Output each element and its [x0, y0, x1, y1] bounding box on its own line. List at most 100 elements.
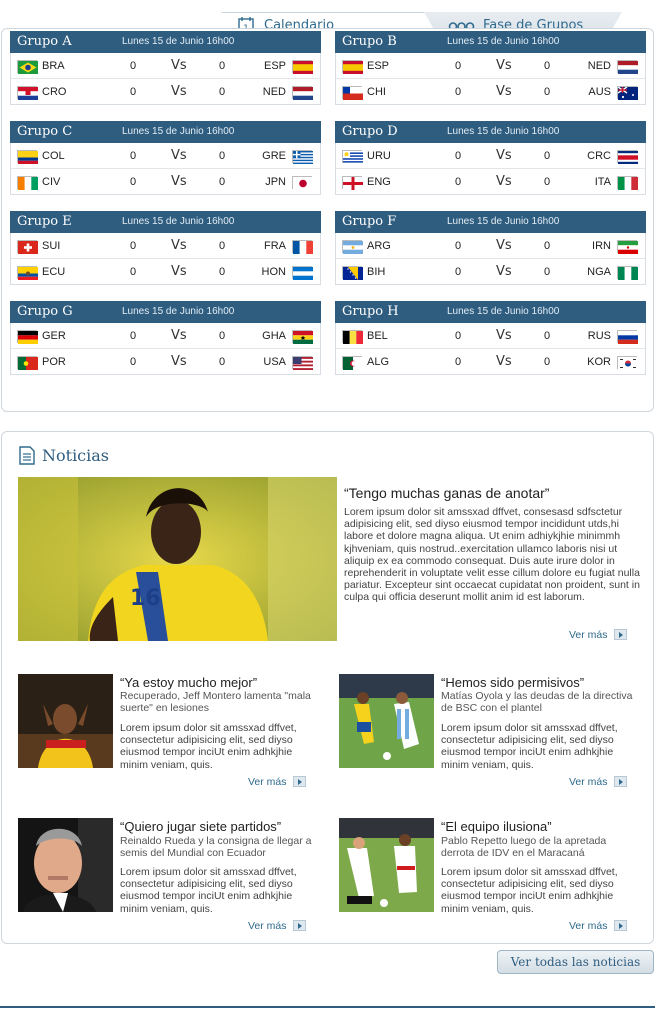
group-date: Lunes 15 de Junio 16h00	[447, 306, 560, 317]
news-body: Lorem ipsum dolor sit amssxad dffvet, co…	[441, 722, 618, 771]
group-name: Grupo F	[342, 214, 397, 229]
group-header: Grupo H Lunes 15 de Junio 16h00	[335, 301, 646, 323]
match-row[interactable]: SUI 0 Vs 0 FRA	[10, 233, 321, 259]
versus-label: Vs	[496, 174, 512, 189]
flag-icon	[617, 266, 638, 280]
match-row[interactable]: BIH 0 Vs 0 NGA	[335, 259, 646, 285]
match-row[interactable]: URU 0 Vs 0 CRC	[335, 143, 646, 169]
group-date: Lunes 15 de Junio 16h00	[447, 126, 560, 137]
group-name: Grupo A	[17, 34, 72, 49]
away-score: 0	[543, 150, 551, 162]
match-row[interactable]: BRA 0 Vs 0 ESP	[10, 53, 321, 79]
match-row[interactable]: POR 0 Vs 0 USA	[10, 349, 321, 375]
news-headline[interactable]: “El equipo ilusiona”	[441, 819, 641, 834]
home-score: 0	[454, 330, 462, 342]
svg-text:16: 16	[130, 586, 161, 611]
featured-news-photo[interactable]: 16	[18, 477, 337, 641]
match-row[interactable]: CRO 0 Vs 0 NED	[10, 79, 321, 105]
match-row[interactable]: COL 0 Vs 0 GRE	[10, 143, 321, 169]
home-team: CIV	[42, 176, 61, 188]
match-row[interactable]: ECU 0 Vs 0 HON	[10, 259, 321, 285]
versus-label: Vs	[496, 328, 512, 343]
ver-mas-link[interactable]: Ver más	[248, 920, 306, 932]
ver-todas-las-noticias-button[interactable]: Ver todas las noticias	[497, 950, 654, 974]
away-score: 0	[543, 176, 551, 188]
home-score: 0	[454, 60, 462, 72]
home-team: ECU	[42, 266, 66, 278]
versus-label: Vs	[171, 354, 187, 369]
home-score: 0	[129, 86, 137, 98]
away-team: FRA	[264, 240, 286, 252]
away-score: 0	[543, 330, 551, 342]
ver-mas-link[interactable]: Ver más	[569, 776, 627, 788]
match-row[interactable]: CHI 0 Vs 0 AUS	[335, 79, 646, 105]
news-photo[interactable]	[339, 818, 434, 912]
ver-mas-label[interactable]: Ver más	[248, 776, 287, 788]
news-subtitle: Matías Oyola y las deudas de la directiv…	[441, 690, 633, 714]
document-icon	[19, 446, 35, 465]
flag-icon	[17, 330, 38, 344]
ver-mas-label[interactable]: Ver más	[248, 920, 287, 932]
news-headline[interactable]: “Quiero jugar siete partidos”	[120, 819, 320, 834]
groups-panel: Grupo A Lunes 15 de Junio 16h00 BRA 0 Vs 0 ESP…	[1, 28, 654, 412]
away-team: NED	[262, 86, 286, 98]
flag-icon	[617, 176, 638, 190]
news-photo[interactable]	[18, 674, 113, 768]
away-team: AUS	[588, 86, 611, 98]
news-photo[interactable]	[339, 674, 434, 768]
news-photo[interactable]	[18, 818, 113, 912]
match-row[interactable]: CIV 0 Vs 0 JPN	[10, 169, 321, 195]
group-name: Grupo D	[342, 124, 398, 139]
group-name: Grupo E	[17, 214, 72, 229]
group-card: Grupo D Lunes 15 de Junio 16h00 URU 0 Vs 0 CRC…	[335, 121, 646, 195]
group-card: Grupo C Lunes 15 de Junio 16h00 COL 0 Vs 0 GRE…	[10, 121, 321, 195]
flag-icon	[292, 176, 313, 190]
group-name: Grupo G	[17, 304, 73, 319]
match-row[interactable]: ALG 0 Vs 0 KOR	[335, 349, 646, 375]
home-team: BRA	[42, 60, 65, 72]
flag-icon	[292, 330, 313, 344]
news-headline[interactable]: “Hemos sido permisivos”	[441, 675, 641, 690]
ver-mas-link[interactable]: Ver más	[248, 776, 306, 788]
ver-mas-label[interactable]: Ver más	[569, 920, 608, 932]
home-score: 0	[454, 176, 462, 188]
ver-mas-label[interactable]: Ver más	[569, 629, 608, 641]
flag-icon	[342, 330, 363, 344]
home-team: POR	[42, 356, 66, 368]
home-team: SUI	[42, 240, 61, 252]
news-headline[interactable]: “Ya estoy mucho mejor”	[120, 675, 320, 690]
group-card: Grupo H Lunes 15 de Junio 16h00 BEL 0 Vs 0 RUS…	[335, 301, 646, 375]
match-row[interactable]: ENG 0 Vs 0 ITA	[335, 169, 646, 195]
home-score: 0	[129, 240, 137, 252]
arrow-right-icon	[292, 920, 306, 931]
group-card: Grupo G Lunes 15 de Junio 16h00 GER 0 Vs 0 GHA…	[10, 301, 321, 375]
home-team: ESP	[367, 60, 390, 72]
match-row[interactable]: BEL 0 Vs 0 RUS	[335, 323, 646, 349]
home-score: 0	[129, 356, 137, 368]
home-team: URU	[367, 150, 391, 162]
home-score: 0	[129, 150, 137, 162]
match-row[interactable]: GER 0 Vs 0 GHA	[10, 323, 321, 349]
match-row[interactable]: ESP 0 Vs 0 NED	[335, 53, 646, 79]
featured-ver-mas-link[interactable]: Ver más	[569, 629, 627, 641]
flag-icon	[342, 150, 363, 164]
ver-mas-label[interactable]: Ver más	[569, 776, 608, 788]
away-team: ITA	[594, 176, 611, 188]
group-header: Grupo G Lunes 15 de Junio 16h00	[10, 301, 321, 323]
group-card: Grupo B Lunes 15 de Junio 16h00 ESP 0 Vs 0 NED…	[335, 31, 646, 105]
featured-news-headline[interactable]: “Tengo muchas ganas de anotar”	[344, 485, 549, 501]
match-row[interactable]: ARG 0 Vs 0 IRN	[335, 233, 646, 259]
group-header: Grupo F Lunes 15 de Junio 16h00	[335, 211, 646, 233]
away-team: HON	[261, 266, 286, 278]
home-team: ALG	[367, 356, 390, 368]
home-score: 0	[454, 86, 462, 98]
flag-icon	[17, 240, 38, 254]
featured-news-body: Lorem ipsum dolor sit amssxad dffvet, co…	[344, 506, 640, 604]
away-team: USA	[263, 356, 286, 368]
group-date: Lunes 15 de Junio 16h00	[447, 216, 560, 227]
flag-icon	[17, 86, 38, 100]
group-header: Grupo A Lunes 15 de Junio 16h00	[10, 31, 321, 53]
flag-icon	[292, 150, 313, 164]
away-score: 0	[543, 60, 551, 72]
ver-mas-link[interactable]: Ver más	[569, 920, 627, 932]
